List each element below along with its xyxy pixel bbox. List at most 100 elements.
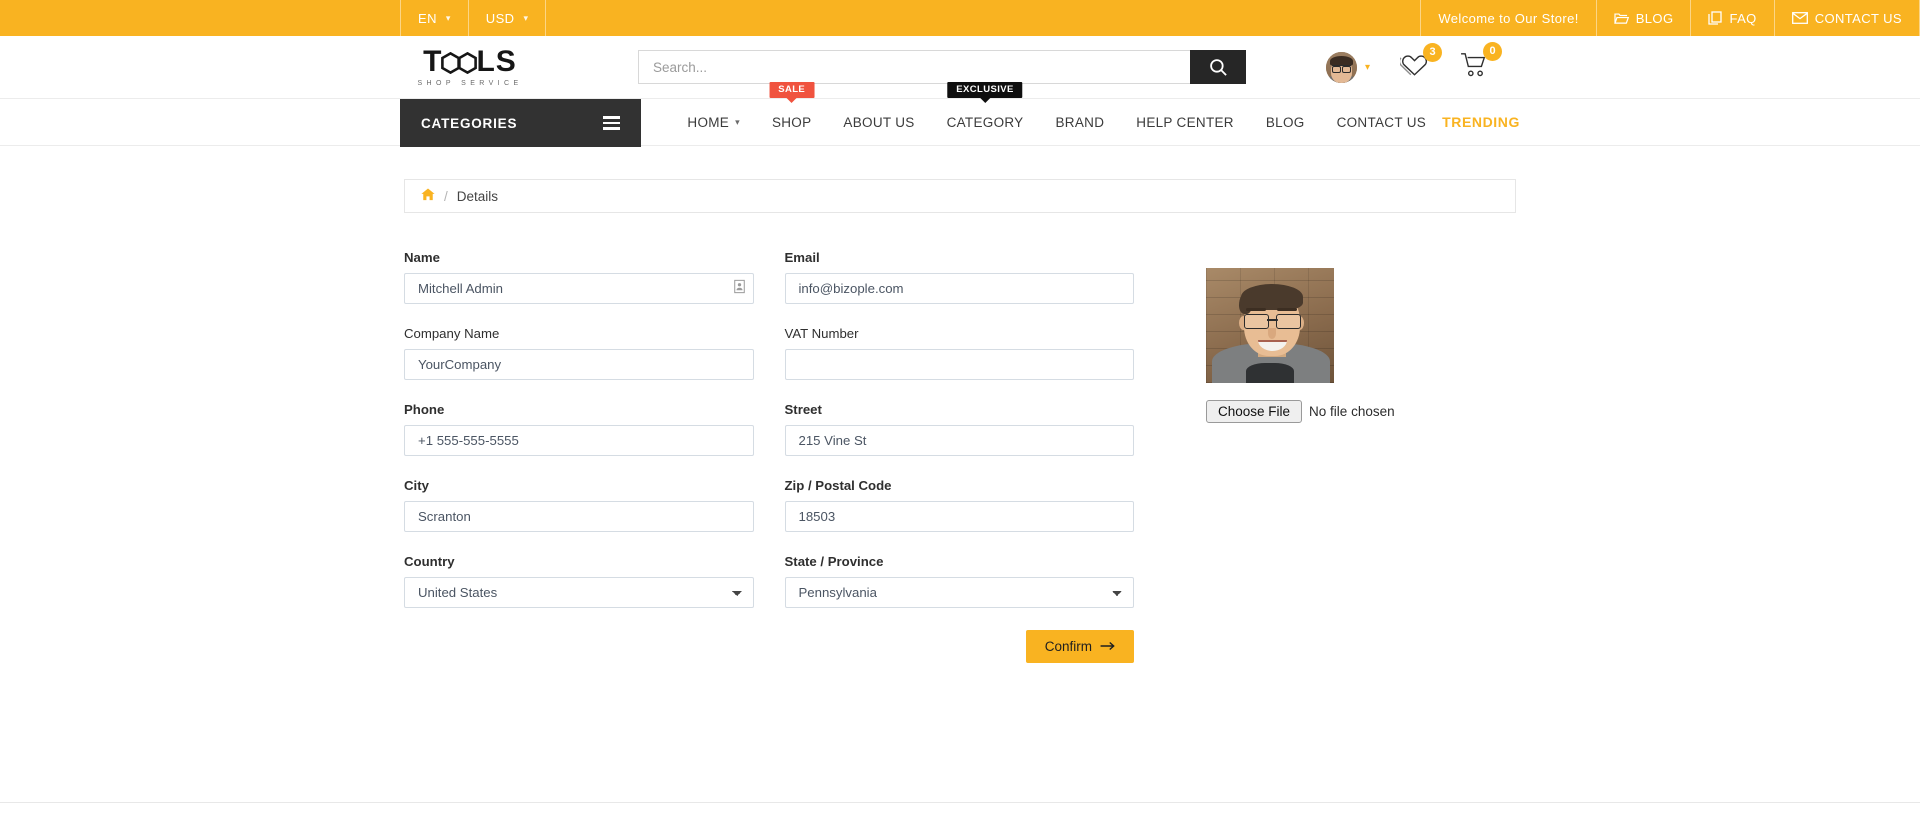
currency-selector[interactable]: USD ▾ bbox=[467, 0, 547, 36]
home-icon[interactable] bbox=[421, 188, 435, 204]
search-button[interactable] bbox=[1190, 50, 1246, 84]
vat-number-input[interactable] bbox=[784, 349, 1134, 380]
page-content: / Details Name Mitchell Admin Email info… bbox=[0, 146, 1920, 663]
topbar-link-label: CONTACT US bbox=[1814, 10, 1902, 26]
topbar-right-group: Welcome to Our Store! BLOG FAQ CONTACT U… bbox=[1420, 0, 1920, 36]
topbar-link-faq[interactable]: FAQ bbox=[1690, 0, 1773, 36]
nav-item-category[interactable]: EXCLUSIVE CATEGORY bbox=[931, 82, 1040, 146]
field-label-city: City bbox=[404, 478, 429, 493]
breadcrumb-current: Details bbox=[456, 188, 499, 204]
language-selector[interactable]: EN ▾ bbox=[400, 0, 468, 36]
nav-item-label: CATEGORY bbox=[946, 114, 1024, 130]
field-label-company-name: Company Name bbox=[404, 326, 500, 341]
form-row: Company Name VAT Number bbox=[404, 326, 1134, 380]
topbar-link-label: BLOG bbox=[1635, 10, 1674, 26]
photo-upload-column: Choose File No file chosen bbox=[1206, 250, 1395, 663]
currency-label: USD bbox=[485, 10, 515, 26]
field-group-zip: Zip / Postal Code bbox=[784, 478, 1134, 532]
topbar-link-blog[interactable]: BLOG bbox=[1595, 0, 1691, 36]
street-input[interactable] bbox=[784, 425, 1134, 456]
nav-item-label: SHOP bbox=[771, 114, 812, 130]
choose-file-button[interactable]: Choose File bbox=[1206, 400, 1303, 423]
trending-link[interactable]: TRENDING bbox=[1442, 99, 1520, 145]
welcome-message: Welcome to Our Store! bbox=[1420, 0, 1595, 36]
nav-item-help-center[interactable]: HELP CENTER bbox=[1120, 98, 1250, 146]
logo-tagline: SHOP SERVICE bbox=[417, 80, 523, 87]
nav-item-brand[interactable]: BRAND bbox=[1040, 98, 1121, 146]
nav-item-label: BLOG bbox=[1265, 114, 1305, 130]
field-group-phone: Phone bbox=[404, 402, 754, 456]
field-group-company-name: Company Name bbox=[404, 326, 754, 380]
avatar bbox=[1326, 51, 1357, 83]
form-row: City Zip / Postal Code bbox=[404, 478, 1134, 532]
form-row: Country United States State / Province P… bbox=[404, 554, 1134, 608]
form-row: Phone Street bbox=[404, 402, 1134, 456]
no-file-chosen-label: No file chosen bbox=[1309, 404, 1395, 419]
chevron-down-icon: ▾ bbox=[445, 12, 451, 23]
field-label-vat-number: VAT Number bbox=[784, 326, 859, 341]
field-label-name: Name bbox=[404, 250, 440, 265]
phone-input[interactable] bbox=[404, 425, 754, 456]
account-menu[interactable]: ▾ bbox=[1326, 51, 1371, 83]
logo-wordmark: T LS bbox=[423, 47, 517, 77]
field-group-street: Street bbox=[784, 402, 1134, 456]
search-bar bbox=[638, 50, 1246, 84]
field-group-name: Name bbox=[404, 250, 754, 304]
nav-item-label: ABOUT US bbox=[843, 114, 915, 130]
topbar-link-contact-us[interactable]: CONTACT US bbox=[1773, 0, 1920, 36]
email-input[interactable] bbox=[784, 273, 1134, 304]
file-upload-row: Choose File No file chosen bbox=[1206, 400, 1395, 423]
nav-item-blog[interactable]: BLOG bbox=[1250, 98, 1321, 146]
nav-item-about-us[interactable]: ABOUT US bbox=[827, 98, 930, 146]
envelope-icon bbox=[1791, 12, 1808, 24]
details-form: Name Email bbox=[404, 213, 1516, 663]
nav-item-label: HOME bbox=[687, 114, 730, 130]
header-user-area: ▾ 3 0 bbox=[1326, 41, 1503, 83]
field-label-email: Email bbox=[784, 250, 820, 265]
nav-item-shop[interactable]: SALE SHOP bbox=[756, 82, 827, 146]
cart-button[interactable]: 0 bbox=[1460, 41, 1503, 83]
folder-open-icon bbox=[1613, 12, 1629, 25]
state-select[interactable]: Pennsylvania bbox=[784, 577, 1134, 608]
field-group-state: State / Province Pennsylvania bbox=[784, 554, 1134, 608]
categories-button[interactable]: CATEGORIES bbox=[400, 99, 642, 147]
language-label: EN bbox=[418, 10, 437, 26]
logo-letters-ls: LS bbox=[476, 45, 517, 78]
nav-item-home[interactable]: HOME ▾ bbox=[671, 98, 756, 146]
field-group-email: Email bbox=[784, 250, 1134, 304]
wishlist-count-badge: 3 bbox=[1423, 42, 1443, 62]
nav-item-label: BRAND bbox=[1055, 114, 1105, 130]
categories-label: CATEGORIES bbox=[421, 115, 518, 131]
nav-item-label: HELP CENTER bbox=[1136, 114, 1234, 130]
site-logo[interactable]: T LS SHOP SERVICE bbox=[400, 47, 540, 88]
zip-input[interactable] bbox=[784, 501, 1134, 532]
city-input[interactable] bbox=[404, 501, 754, 532]
search-input[interactable] bbox=[638, 50, 1190, 84]
nav-items: HOME ▾ SALE SHOP ABOUT US EXCLUSIVE CATE… bbox=[671, 82, 1443, 146]
wishlist-button[interactable]: 3 bbox=[1398, 42, 1443, 82]
copy-pages-icon bbox=[1708, 11, 1723, 25]
topbar-left-group: EN ▾ USD ▾ bbox=[400, 0, 547, 36]
chevron-down-icon: ▾ bbox=[1365, 61, 1371, 73]
form-row: Name Email bbox=[404, 250, 1134, 304]
profile-photo bbox=[1206, 268, 1334, 383]
contact-card-icon[interactable] bbox=[733, 279, 745, 298]
cart-count-badge: 0 bbox=[1483, 41, 1503, 61]
arrow-right-icon bbox=[1100, 639, 1115, 654]
footer-divider bbox=[0, 802, 1920, 803]
main-navigation: CATEGORIES HOME ▾ SALE SHOP ABOUT US EXC… bbox=[0, 82, 1920, 147]
name-input[interactable] bbox=[404, 273, 754, 304]
nav-item-contact-us[interactable]: CONTACT US bbox=[1321, 98, 1443, 146]
hamburger-icon bbox=[603, 116, 621, 130]
country-select[interactable]: United States bbox=[404, 577, 754, 608]
confirm-label: Confirm bbox=[1044, 639, 1092, 654]
field-label-country: Country bbox=[404, 554, 455, 569]
field-group-vat-number: VAT Number bbox=[784, 326, 1134, 380]
hex-nut-icon bbox=[458, 50, 478, 74]
chevron-down-icon: ▾ bbox=[523, 12, 529, 23]
confirm-button[interactable]: Confirm bbox=[1025, 630, 1134, 663]
topbar-link-label: FAQ bbox=[1729, 10, 1757, 26]
company-name-input[interactable] bbox=[404, 349, 754, 380]
exclusive-badge: EXCLUSIVE bbox=[947, 82, 1023, 99]
sale-badge: SALE bbox=[769, 82, 815, 99]
